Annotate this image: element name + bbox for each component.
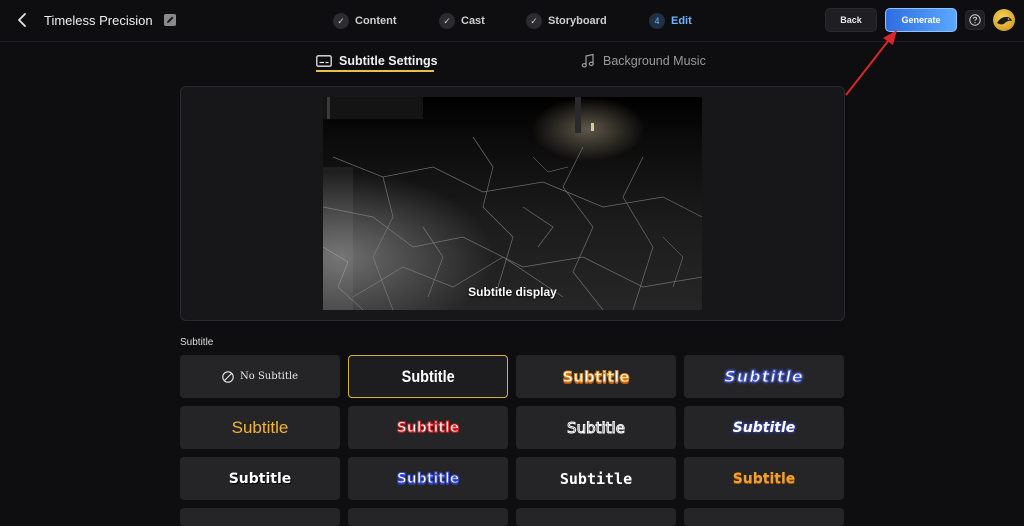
chevron-left-icon[interactable] [14,11,32,29]
question-icon [969,14,981,26]
step-storyboard[interactable]: ✓ Storyboard [526,11,607,31]
subtitle-style-tile[interactable]: Subtitle [180,457,340,500]
tile-label: Subtitle [396,419,460,436]
tile-label: Subtitle [732,470,796,487]
step-label: Storyboard [548,15,607,27]
step-label: Content [355,15,397,27]
subtitle-style-tile[interactable]: Subtitle [684,355,844,398]
subtitle-section-label: Subtitle [180,337,214,348]
tile-label: Subtitle [732,419,796,436]
tile-label: Subtitle [396,470,460,487]
step-edit[interactable]: 4 Edit [649,11,692,31]
subtitle-style-tile[interactable]: Subtitle [516,457,676,500]
tile-label: Subtitle [228,470,292,487]
subtitle-style-tile[interactable]: Subtitle [516,406,676,449]
subtitle-preview-text: Subtitle display [468,285,557,299]
subtitle-style-tile[interactable]: Subtitle [684,457,844,500]
tile-label: No Subtitle [240,371,298,382]
music-note-icon [581,53,594,68]
subtitle-icon [316,55,332,67]
tile-label: Subtitle [231,417,289,437]
subtitle-style-tile[interactable]: Subtitle [180,406,340,449]
tile-label: Subtitle [559,469,633,488]
subtitle-style-tile[interactable]: Subtitle [348,406,508,449]
avatar[interactable] [993,9,1015,31]
check-icon: ✓ [526,13,542,29]
subtitle-style-tile[interactable]: Subtitle [348,457,508,500]
subtitle-style-tile[interactable] [348,508,508,526]
tab-label: Background Music [603,54,706,68]
active-tab-indicator [316,70,434,72]
subtitle-style-tile[interactable]: Subtitle [348,355,508,398]
step-number: 4 [649,13,665,29]
tile-label: Subtitle [567,418,626,437]
subtitle-style-tile[interactable] [684,508,844,526]
subtitle-style-tile[interactable] [180,508,340,526]
step-label: Edit [671,15,692,27]
subtitle-style-none[interactable]: No Subtitle [180,355,340,398]
tile-label: Subtitle [401,366,455,386]
preview-image: Subtitle display [323,97,702,310]
tab-label: Subtitle Settings [339,54,438,68]
tile-label: Subtitle [724,367,804,387]
avatar-bird-icon [997,16,1012,25]
marble-floor-image [323,97,702,310]
no-symbol-icon [222,370,234,383]
tile-label: Subtitle [562,367,630,386]
step-cast[interactable]: ✓ Cast [439,11,485,31]
tab-background-music[interactable]: Background Music [580,48,706,74]
subtitle-style-tile[interactable]: Subtitle [684,406,844,449]
step-content[interactable]: ✓ Content [333,11,397,31]
check-icon: ✓ [439,13,455,29]
edit-pencil-icon[interactable] [163,13,177,27]
help-button[interactable] [965,10,985,30]
check-icon: ✓ [333,13,349,29]
subtitle-style-tile[interactable]: Subtitle [516,355,676,398]
subtitle-style-tile[interactable] [516,508,676,526]
project-title: Timeless Precision [44,13,153,28]
step-label: Cast [461,15,485,27]
preview-panel: Subtitle display [180,86,845,321]
annotation-arrow [845,30,897,96]
